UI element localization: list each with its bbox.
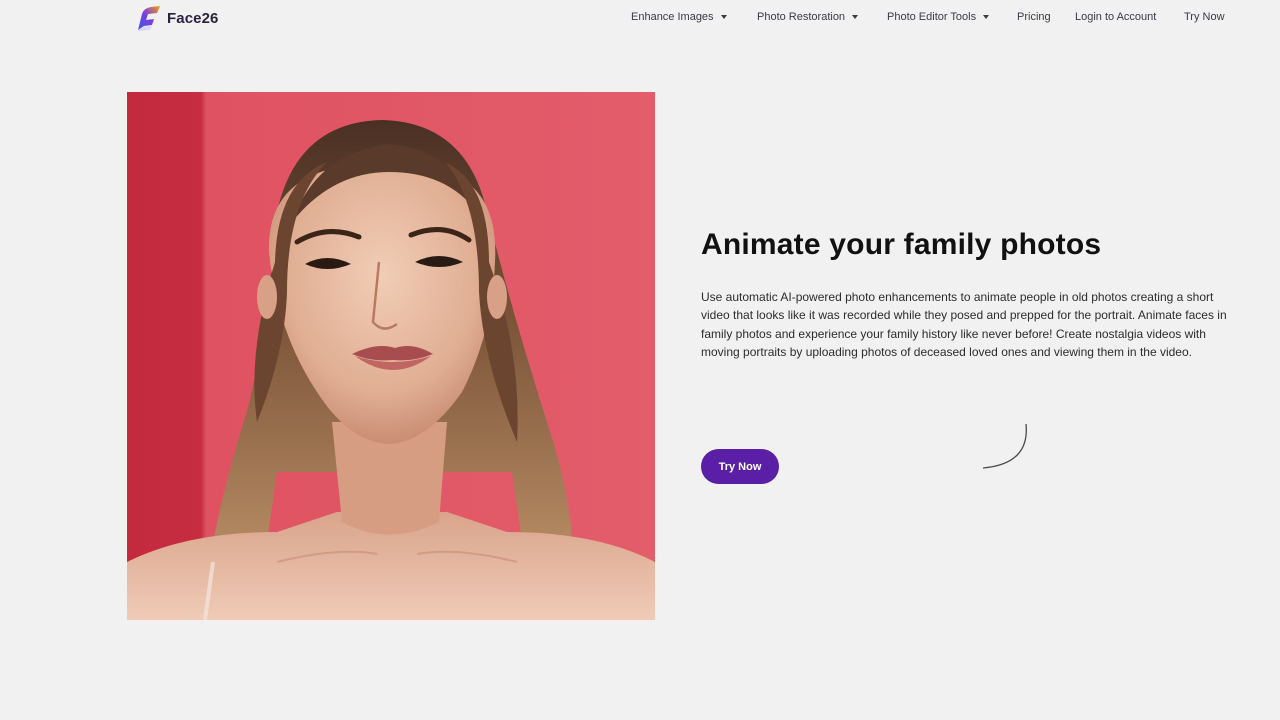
chevron-down-icon (983, 15, 990, 19)
nav-item-label: Enhance Images (631, 11, 714, 23)
portrait-photo (127, 92, 655, 620)
nav-item-label: Login to Account (1075, 11, 1157, 23)
loading-spinner-icon (982, 423, 1027, 469)
nav-item-photo-editor-tools[interactable]: Photo Editor Tools (887, 11, 990, 23)
nav-item-label: Try Now (1184, 11, 1225, 23)
nav-item-pricing[interactable]: Pricing (1017, 11, 1051, 23)
nav-item-label: Pricing (1017, 11, 1051, 23)
logo-link[interactable]: Face26 (134, 4, 218, 32)
nav-item-photo-restoration[interactable]: Photo Restoration (757, 11, 859, 23)
nav-item-label: Photo Editor Tools (887, 11, 977, 23)
nav-item-try-now[interactable]: Try Now (1184, 11, 1225, 23)
try-now-button[interactable]: Try Now (701, 449, 779, 484)
nav-item-enhance-images[interactable]: Enhance Images (631, 11, 727, 23)
feather-logo-icon (137, 6, 160, 31)
nav-item-label: Photo Restoration (757, 11, 846, 23)
hero-title: Animate your family photos (701, 228, 1102, 261)
hero-portrait-image (127, 92, 655, 620)
site-header: Face26 Enhance Images Photo Restoration … (0, 0, 1280, 36)
chevron-down-icon (852, 15, 859, 19)
chevron-down-icon (720, 15, 727, 19)
brand-name: Face26 (167, 9, 219, 27)
hero-description: Use automatic AI-powered photo enhanceme… (701, 290, 1227, 359)
nav-item-login[interactable]: Login to Account (1075, 11, 1156, 23)
